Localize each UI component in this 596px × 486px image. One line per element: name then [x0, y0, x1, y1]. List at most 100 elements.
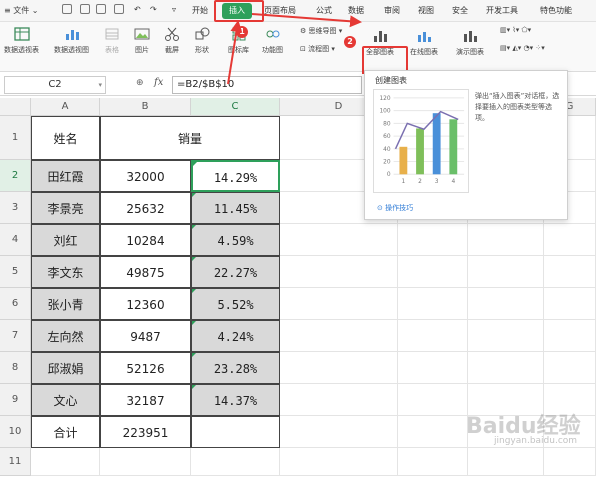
cell-a8[interactable]: 邱淑娟: [31, 352, 100, 384]
cell-b8[interactable]: 52126: [100, 352, 191, 384]
print-preview-icon[interactable]: [80, 4, 90, 14]
row-header-11[interactable]: 11: [0, 448, 31, 476]
tab-view[interactable]: 视图: [418, 5, 434, 16]
row-header-3[interactable]: 3: [0, 192, 31, 224]
mind-map-button[interactable]: ⚙ 思维导图 ▾: [300, 26, 342, 36]
table-button[interactable]: 表格: [104, 26, 120, 55]
function-chart-button[interactable]: 功能图: [262, 26, 283, 55]
cell-e7[interactable]: [398, 320, 468, 352]
cell-a7[interactable]: 左向然: [31, 320, 100, 352]
formula-input[interactable]: =B2/$B$10: [172, 76, 362, 94]
cell-g7[interactable]: [544, 320, 596, 352]
tips-link[interactable]: ⊙ 操作技巧: [377, 203, 413, 213]
cell-c9[interactable]: 14.37%: [191, 384, 280, 416]
row-header-10[interactable]: 10: [0, 416, 31, 448]
screenshot-button[interactable]: 截屏: [164, 26, 180, 55]
tab-formulas[interactable]: 公式: [316, 5, 332, 16]
cell-d7[interactable]: [280, 320, 398, 352]
polygon-icon[interactable]: ⬠: [522, 26, 528, 34]
cell-d10[interactable]: [280, 416, 398, 448]
cell-a10[interactable]: 合计: [31, 416, 100, 448]
tab-home[interactable]: 开始: [192, 5, 208, 16]
redo-icon[interactable]: ↷: [150, 5, 157, 14]
cell-b2[interactable]: 32000: [100, 160, 191, 192]
cell-d9[interactable]: [280, 384, 398, 416]
undo-icon[interactable]: ↶: [134, 5, 141, 14]
cell-b6[interactable]: 12360: [100, 288, 191, 320]
pie-chart-icon[interactable]: ◔: [524, 44, 530, 52]
cell-f8[interactable]: [468, 352, 544, 384]
cell-a3[interactable]: 李景亮: [31, 192, 100, 224]
tab-security[interactable]: 安全: [452, 5, 468, 16]
cell-c4[interactable]: 4.59%: [191, 224, 280, 256]
cell-b1[interactable]: 销量: [100, 116, 280, 160]
cell-c2[interactable]: 14.29%: [191, 160, 280, 192]
column-chart-icon[interactable]: ▥: [500, 26, 507, 34]
cell-b9[interactable]: 32187: [100, 384, 191, 416]
cell-d5[interactable]: [280, 256, 398, 288]
online-charts-button[interactable]: 在线图表: [410, 28, 438, 57]
more-icon[interactable]: ▿: [172, 5, 176, 14]
column-header-a[interactable]: A: [31, 98, 100, 116]
cell-e11[interactable]: [398, 448, 468, 476]
zoom-icon[interactable]: ⊕: [136, 78, 144, 88]
cell-d4[interactable]: [280, 224, 398, 256]
tab-special[interactable]: 特色功能: [540, 5, 572, 16]
cell-c3[interactable]: 11.45%: [191, 192, 280, 224]
cell-c10[interactable]: [191, 416, 280, 448]
scatter-icon[interactable]: ⁘: [535, 44, 541, 52]
cell-c7[interactable]: 4.24%: [191, 320, 280, 352]
cell-a5[interactable]: 李文东: [31, 256, 100, 288]
tab-developer[interactable]: 开发工具: [486, 5, 518, 16]
cell-b5[interactable]: 49875: [100, 256, 191, 288]
cell-g5[interactable]: [544, 256, 596, 288]
chart-type-icons-row2[interactable]: ▤▾ ◭▾ ◔▾ ⁘▾: [500, 44, 545, 52]
cell-a4[interactable]: 刘红: [31, 224, 100, 256]
tab-data[interactable]: 数据: [348, 5, 364, 16]
chart-type-icons[interactable]: ▥▾ ⌇▾ ⬠▾: [500, 26, 531, 34]
pivot-chart-button[interactable]: 数据透视图: [54, 26, 89, 55]
cell-c11[interactable]: [191, 448, 280, 476]
row-header-1[interactable]: 1: [0, 116, 31, 160]
cell-g8[interactable]: [544, 352, 596, 384]
cell-a6[interactable]: 张小青: [31, 288, 100, 320]
cell-d6[interactable]: [280, 288, 398, 320]
picture-button[interactable]: 图片: [134, 26, 150, 55]
demo-charts-button[interactable]: 演示图表: [456, 28, 484, 57]
print-icon[interactable]: [96, 4, 106, 14]
cell-c5[interactable]: 22.27%: [191, 256, 280, 288]
cell-c6[interactable]: 5.52%: [191, 288, 280, 320]
cell-b7[interactable]: 9487: [100, 320, 191, 352]
cell-e10[interactable]: [398, 416, 468, 448]
line-chart-icon[interactable]: ⌇: [512, 26, 515, 34]
row-header-6[interactable]: 6: [0, 288, 31, 320]
cell-f11[interactable]: [468, 448, 544, 476]
chevron-down-icon[interactable]: ▾: [98, 77, 102, 93]
cell-c8[interactable]: 23.28%: [191, 352, 280, 384]
cell-e4[interactable]: [398, 224, 468, 256]
row-header-8[interactable]: 8: [0, 352, 31, 384]
cell-a2[interactable]: 田红霞: [31, 160, 100, 192]
flowchart-button[interactable]: ⊡ 流程图 ▾: [300, 44, 335, 54]
cell-f5[interactable]: [468, 256, 544, 288]
cell-e9[interactable]: [398, 384, 468, 416]
area-chart-icon[interactable]: ◭: [512, 44, 517, 52]
cell-b4[interactable]: 10284: [100, 224, 191, 256]
bar-chart-small-icon[interactable]: ▤: [500, 44, 507, 52]
cell-a1[interactable]: 姓名: [31, 116, 100, 160]
shapes-button[interactable]: 形状: [194, 26, 210, 55]
cell-f4[interactable]: [468, 224, 544, 256]
export-pdf-icon[interactable]: [114, 4, 124, 14]
cell-e6[interactable]: [398, 288, 468, 320]
cell-d8[interactable]: [280, 352, 398, 384]
cell-f7[interactable]: [468, 320, 544, 352]
cell-g4[interactable]: [544, 224, 596, 256]
row-header-4[interactable]: 4: [0, 224, 31, 256]
fx-icon[interactable]: fx: [154, 77, 163, 88]
cell-d11[interactable]: [280, 448, 398, 476]
cell-g6[interactable]: [544, 288, 596, 320]
cell-g11[interactable]: [544, 448, 596, 476]
cell-a9[interactable]: 文心: [31, 384, 100, 416]
cell-b3[interactable]: 25632: [100, 192, 191, 224]
cell-e8[interactable]: [398, 352, 468, 384]
